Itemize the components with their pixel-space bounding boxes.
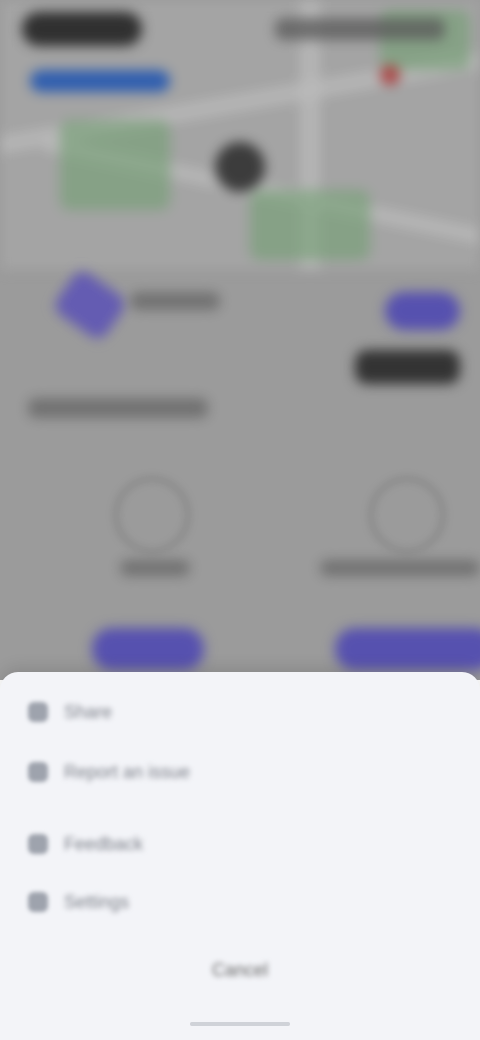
menu-item-label: Share bbox=[64, 701, 113, 722]
home-indicator bbox=[190, 1022, 290, 1026]
share-icon bbox=[28, 702, 48, 722]
menu-item-label: Feedback bbox=[64, 833, 144, 854]
help-icon bbox=[28, 892, 48, 912]
scrim-overlay[interactable] bbox=[0, 0, 480, 680]
menu-item-label: Settings bbox=[64, 891, 130, 912]
cancel-button[interactable]: Cancel bbox=[180, 950, 300, 990]
background-app bbox=[0, 0, 480, 680]
feedback-icon bbox=[28, 834, 48, 854]
menu-item-share[interactable]: Share bbox=[28, 690, 448, 734]
menu-item-label: Report an issue bbox=[64, 761, 191, 782]
menu-item-report[interactable]: Report an issue bbox=[28, 750, 448, 794]
menu-item-settings[interactable]: Settings bbox=[28, 880, 448, 924]
menu-item-feedback[interactable]: Feedback bbox=[28, 822, 448, 866]
report-icon bbox=[28, 762, 48, 782]
